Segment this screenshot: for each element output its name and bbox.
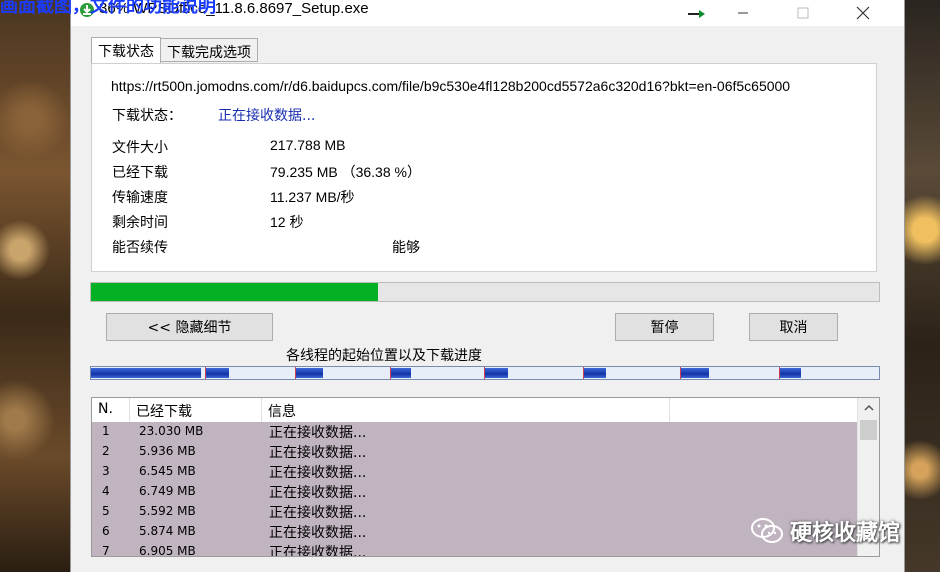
minimize-icon[interactable] xyxy=(713,0,773,26)
table-row[interactable]: 2 5.936 MB 正在接收数据... xyxy=(92,442,857,462)
progress-fill xyxy=(91,283,378,301)
status-value: 正在接收数据... xyxy=(218,108,316,124)
row-number: 5 xyxy=(102,504,110,518)
table-row[interactable]: 7 6.905 MB 正在接收数据... xyxy=(92,542,857,557)
background-overlay-text: 画面截图，文件的功能说明 xyxy=(0,0,216,17)
table-row[interactable]: 6 5.874 MB 正在接收数据... xyxy=(92,522,857,542)
row-info: 正在接收数据... xyxy=(269,445,367,461)
list-rows: 1 23.030 MB 正在接收数据... 2 5.936 MB 正在接收数据... 3 6.… xyxy=(92,422,857,557)
row-downloaded: 6.545 MB xyxy=(139,464,196,478)
thread-start-marker xyxy=(389,367,391,379)
table-row[interactable]: 3 6.545 MB 正在接收数据... xyxy=(92,462,857,482)
thread-segment xyxy=(680,368,709,378)
thread-segment xyxy=(778,368,801,378)
row-number: 4 xyxy=(102,484,110,498)
thread-start-marker xyxy=(295,367,297,379)
thread-segment xyxy=(295,368,323,378)
row-number: 1 xyxy=(102,424,110,438)
column-header-extra[interactable] xyxy=(670,398,857,422)
file-size-label: 文件大小 xyxy=(112,140,168,156)
cancel-button[interactable]: 取消 xyxy=(749,313,838,341)
downloaded-value: 79.235 MB （36.38 %） xyxy=(270,164,421,180)
tab-completion-options[interactable]: 下载完成选项 xyxy=(160,38,258,62)
row-downloaded: 6.749 MB xyxy=(139,484,196,498)
thread-segment xyxy=(484,368,508,378)
thread-start-marker xyxy=(680,367,682,379)
remaining-time-label: 剩余时间 xyxy=(112,215,168,231)
threads-progress-bar xyxy=(90,366,880,380)
thread-segment xyxy=(582,368,607,378)
speed-value: 11.237 MB/秒 xyxy=(270,189,355,205)
row-info: 正在接收数据... xyxy=(269,545,367,557)
hide-details-button[interactable]: << 隐藏细节 xyxy=(106,313,273,341)
download-dialog: 36% WPSOffice_11.8.6.8697_Setup.exe 下载状态… xyxy=(70,0,905,572)
row-downloaded: 23.030 MB xyxy=(139,424,204,438)
download-progress-bar xyxy=(90,282,880,302)
thread-segment xyxy=(205,368,229,378)
thread-segment xyxy=(389,368,411,378)
row-info: 正在接收数据... xyxy=(269,465,367,481)
status-panel: https://rt500n.jomodns.com/r/d6.baidupcs… xyxy=(91,63,877,272)
scroll-thumb[interactable] xyxy=(860,420,877,440)
downloaded-label: 已经下载 xyxy=(112,165,168,181)
watermark: 硬核收藏馆 xyxy=(750,515,900,547)
pause-button[interactable]: 暂停 xyxy=(615,313,714,341)
status-label: 下载状态： xyxy=(112,108,182,124)
wechat-icon xyxy=(751,518,783,543)
thread-segment xyxy=(91,368,202,378)
row-number: 6 xyxy=(102,524,110,538)
column-header-number[interactable]: N. xyxy=(92,398,130,422)
remaining-time-value: 12 秒 xyxy=(270,214,304,230)
row-info: 正在接收数据... xyxy=(269,425,367,441)
resume-label: 能否续传 xyxy=(112,240,168,256)
tab-strip: 下载状态 下载完成选项 xyxy=(91,37,258,64)
column-header-downloaded[interactable]: 已经下载 xyxy=(130,398,262,422)
maximize-icon[interactable] xyxy=(773,0,833,26)
tab-download-status[interactable]: 下载状态 xyxy=(91,37,161,63)
table-row[interactable]: 5 5.592 MB 正在接收数据... xyxy=(92,502,857,522)
row-downloaded: 5.592 MB xyxy=(139,504,196,518)
speed-label: 传输速度 xyxy=(112,190,168,206)
scroll-up-icon[interactable] xyxy=(858,398,879,418)
table-row[interactable]: 4 6.749 MB 正在接收数据... xyxy=(92,482,857,502)
close-icon[interactable] xyxy=(833,0,893,26)
row-number: 3 xyxy=(102,464,110,478)
row-info: 正在接收数据... xyxy=(269,485,367,501)
thread-start-marker xyxy=(484,367,486,379)
threads-caption: 各线程的起始位置以及下载进度 xyxy=(286,348,482,364)
column-header-info[interactable]: 信息 xyxy=(262,398,670,422)
row-info: 正在接收数据... xyxy=(269,525,367,541)
background-right xyxy=(905,0,940,572)
row-info: 正在接收数据... xyxy=(269,505,367,521)
row-downloaded: 6.905 MB xyxy=(139,544,196,557)
download-url: https://rt500n.jomodns.com/r/d6.baidupcs… xyxy=(111,78,791,94)
row-downloaded: 5.936 MB xyxy=(139,444,196,458)
table-row[interactable]: 1 23.030 MB 正在接收数据... xyxy=(92,422,857,442)
thread-start-marker xyxy=(778,367,780,379)
thread-start-marker xyxy=(205,367,207,379)
list-header: N. 已经下载 信息 xyxy=(92,398,857,422)
row-downloaded: 5.874 MB xyxy=(139,524,196,538)
file-size-value: 217.788 MB xyxy=(270,137,346,153)
background-left xyxy=(0,0,70,572)
resume-value: 能够 xyxy=(392,240,420,256)
row-number: 2 xyxy=(102,444,110,458)
watermark-text: 硬核收藏馆 xyxy=(790,521,901,546)
thread-start-marker xyxy=(582,367,584,379)
row-number: 7 xyxy=(102,544,110,557)
